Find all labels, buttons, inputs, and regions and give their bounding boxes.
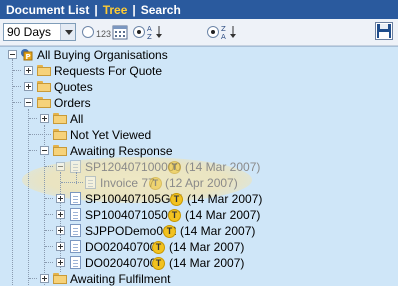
tree-line: [29, 134, 51, 135]
tree-item-awaiting-response[interactable]: Awaiting Response: [70, 144, 173, 158]
tree-line: [13, 70, 21, 71]
document-icon: [70, 224, 81, 237]
expand-toggle-rfq[interactable]: [24, 66, 33, 75]
expand-toggle-awaiting-fulfilment[interactable]: [40, 274, 49, 283]
tab-tree[interactable]: Tree: [101, 3, 130, 17]
expand-toggle-quotes[interactable]: [24, 82, 33, 91]
folder-open-icon: [37, 97, 51, 108]
folder-icon: [53, 113, 67, 124]
toolbar: 90 Days 123 A Z Z A: [0, 19, 398, 46]
save-button[interactable]: [375, 22, 393, 40]
sort-alpha-desc-icon[interactable]: A Z: [147, 24, 163, 40]
document-icon: [70, 240, 81, 253]
document-date: (14 Mar 2007): [169, 256, 245, 270]
numeric-label: 123: [96, 29, 112, 39]
tab-bar: Document List | Tree | Search: [0, 0, 398, 19]
tree-line: [13, 102, 21, 103]
collapse-toggle-root[interactable]: [8, 50, 17, 59]
tree-item-all[interactable]: All: [70, 112, 83, 126]
status-badge: T: [170, 193, 183, 206]
chevron-down-icon[interactable]: [60, 24, 75, 40]
document-icon: [70, 256, 81, 269]
status-badge: T: [163, 225, 176, 238]
tree-item-document[interactable]: Invoice 77: [100, 176, 155, 190]
tab-search[interactable]: Search: [139, 3, 183, 17]
document-date: (14 Mar 2007): [185, 208, 261, 222]
tree-line: [45, 262, 53, 263]
tree-line: [45, 214, 53, 215]
folder-icon: [37, 65, 51, 76]
tree-item-requests-for-quote[interactable]: Requests For Quote: [54, 64, 162, 78]
tree-item-document[interactable]: SP120407100000: [85, 160, 181, 174]
tree-item-document[interactable]: SP100407105GHI: [85, 192, 182, 206]
document-date: (14 Mar 2007): [180, 224, 256, 238]
document-tree: P All Buying Organisations Requests For …: [0, 46, 398, 286]
folder-icon: [53, 129, 67, 140]
tree-line: [60, 172, 61, 272]
status-badge: T: [152, 241, 165, 254]
collapse-toggle-orders[interactable]: [24, 98, 33, 107]
document-icon: [70, 208, 81, 221]
status-badge: T: [168, 209, 181, 222]
tree-item-awaiting-fulfilment[interactable]: Awaiting Fulfilment: [70, 272, 171, 286]
status-badge: T: [152, 257, 165, 270]
svg-text:A: A: [221, 33, 226, 40]
collapse-toggle-item[interactable]: [56, 162, 65, 171]
tree-line: [13, 86, 21, 87]
calendar-icon[interactable]: [112, 24, 128, 40]
tree-line: [29, 150, 37, 151]
tree-line: [61, 182, 83, 183]
sort-numeric-radio[interactable]: [82, 26, 94, 38]
tab-separator: |: [132, 2, 136, 17]
svg-text:A: A: [147, 25, 152, 33]
collapse-toggle-awaiting-response[interactable]: [40, 146, 49, 155]
sort-za-radio[interactable]: [207, 26, 219, 38]
tree-item-quotes[interactable]: Quotes: [54, 80, 93, 94]
tree-root-label[interactable]: All Buying Organisations: [37, 48, 168, 62]
document-icon: [70, 192, 81, 205]
folder-open-icon: [53, 145, 67, 156]
svg-text:Z: Z: [147, 33, 152, 40]
tree-line: [45, 166, 53, 167]
tree-item-not-yet-viewed[interactable]: Not Yet Viewed: [70, 128, 151, 142]
document-date: (14 Mar 2007): [187, 192, 263, 206]
expand-toggle-item[interactable]: [56, 258, 65, 267]
expand-toggle-all[interactable]: [40, 114, 49, 123]
tree-line: [45, 230, 53, 231]
expand-toggle-item[interactable]: [56, 210, 65, 219]
sort-alpha-asc-icon[interactable]: Z A: [221, 24, 237, 40]
document-icon: [70, 160, 81, 173]
tree-line: [12, 59, 13, 286]
expand-toggle-item[interactable]: [56, 194, 65, 203]
tab-separator: |: [94, 2, 98, 17]
svg-text:Z: Z: [221, 25, 226, 33]
tree-item-document[interactable]: SP100407105000: [85, 208, 181, 222]
organisation-icon: P: [21, 49, 33, 61]
tree-item-orders[interactable]: Orders: [54, 96, 91, 110]
document-date: (14 Mar 2007): [185, 160, 261, 174]
expand-toggle-item[interactable]: [56, 242, 65, 251]
period-select-value: 90 Days: [7, 25, 52, 39]
document-icon: [85, 176, 96, 189]
expand-toggle-item[interactable]: [56, 226, 65, 235]
tab-document-list[interactable]: Document List: [4, 3, 91, 17]
document-date: (12 Apr 2007): [165, 176, 238, 190]
folder-icon: [37, 81, 51, 92]
period-select[interactable]: 90 Days: [3, 23, 76, 41]
folder-icon: [53, 273, 67, 284]
tree-line: [45, 198, 53, 199]
tree-line: [29, 278, 37, 279]
tree-line: [28, 109, 29, 286]
floppy-disk-icon: [377, 24, 391, 38]
status-badge: T: [149, 177, 162, 190]
svg-text:P: P: [26, 53, 31, 61]
tree-line: [45, 246, 53, 247]
status-badge: T: [168, 161, 181, 174]
document-date: (14 Mar 2007): [169, 240, 245, 254]
tree-line: [29, 118, 37, 119]
sort-az-radio[interactable]: [133, 26, 145, 38]
